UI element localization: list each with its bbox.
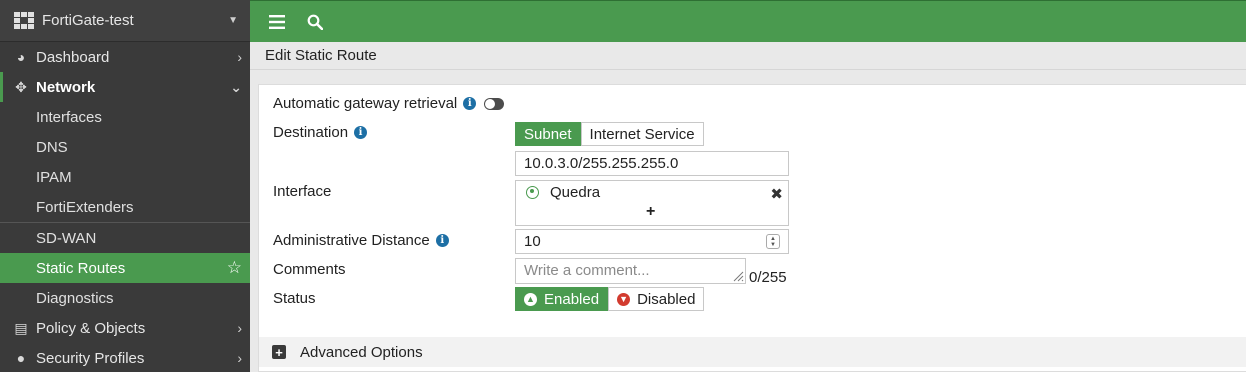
clipboard-icon: ▤	[14, 319, 28, 336]
comments-textarea[interactable]	[515, 258, 746, 284]
comments-label: Comments	[273, 261, 346, 278]
interface-label: Interface	[273, 183, 332, 200]
caret-down-icon: ▼	[228, 15, 238, 26]
status-disabled-button[interactable]: ▼ Disabled	[608, 287, 705, 311]
add-interface-button[interactable]: +	[646, 203, 655, 221]
sidebar-sub-ipam[interactable]: IPAM	[0, 162, 250, 192]
sidebar-item-security-profiles[interactable]: ● Security Profiles ›	[0, 343, 250, 372]
sidebar-item-label: Static Routes	[36, 259, 126, 277]
sidebar-sub-sd-wan[interactable]: SD-WAN	[0, 222, 250, 253]
admin-distance-row: Administrative Distance i	[273, 232, 449, 249]
favorite-star-icon[interactable]: ☆	[227, 258, 242, 278]
sidebar: FortiGate-test ▼ ◕ Dashboard › ✥ Network…	[0, 0, 250, 372]
search-icon[interactable]	[300, 7, 330, 37]
interface-name: Quedra	[550, 184, 601, 201]
comments-row: Comments	[273, 261, 346, 278]
auto-gateway-row: Automatic gateway retrieval i	[273, 95, 505, 112]
arrow-down-circle-icon: ▼	[617, 292, 631, 306]
destination-label: Destination	[273, 124, 349, 141]
interface-port-icon	[526, 186, 539, 199]
chevron-right-icon: ›	[237, 350, 242, 366]
chevron-right-icon: ›	[237, 49, 242, 65]
sidebar-sub-static-routes[interactable]: Static Routes ☆	[0, 253, 250, 283]
device-selector[interactable]: FortiGate-test ▼	[0, 0, 250, 42]
dashboard-icon: ◕	[16, 49, 26, 65]
expand-plus-icon: +	[272, 345, 286, 360]
hamburger-icon[interactable]	[262, 7, 292, 37]
destination-type-selector: Subnet Internet Service	[515, 122, 704, 146]
info-icon[interactable]: i	[463, 97, 477, 110]
destination-subnet-input[interactable]: 10.0.3.0/255.255.255.0	[515, 151, 789, 176]
sidebar-sub-diagnostics[interactable]: Diagnostics	[0, 283, 250, 313]
edit-static-route-form: Automatic gateway retrieval i Destinatio…	[258, 84, 1246, 372]
close-icon[interactable]: ✖	[770, 185, 783, 203]
number-spinner-icon[interactable]: ▲ ▼	[766, 234, 780, 249]
arrow-up-circle-icon: ▲	[524, 292, 537, 306]
comment-char-counter: 0/255	[749, 269, 787, 286]
move-arrows-icon: ✥	[15, 78, 27, 95]
sidebar-item-network[interactable]: ✥ Network ⌄	[0, 72, 250, 102]
interface-chip: Quedra	[526, 184, 600, 201]
lock-icon: ●	[16, 350, 26, 366]
chevron-down-icon: ⌄	[230, 78, 242, 95]
sidebar-item-label: Security Profiles	[36, 349, 145, 367]
destination-option-internet-service[interactable]: Internet Service	[580, 122, 704, 146]
advanced-options-toggle[interactable]: + Advanced Options	[259, 337, 1246, 367]
info-icon[interactable]: i	[435, 234, 449, 247]
status-disabled-label: Disabled	[637, 290, 696, 308]
sidebar-item-label: FortiExtenders	[36, 198, 134, 216]
sidebar-item-label: Interfaces	[36, 108, 102, 126]
status-label: Status	[273, 290, 316, 307]
status-enabled-label: Enabled	[544, 290, 600, 308]
sidebar-sub-dns[interactable]: DNS	[0, 132, 250, 162]
sidebar-item-label: Policy & Objects	[36, 319, 146, 337]
info-icon[interactable]: i	[354, 126, 368, 139]
sidebar-sub-interfaces[interactable]: Interfaces	[0, 102, 250, 132]
admin-distance-input[interactable]: 10 ▲ ▼	[515, 229, 789, 254]
auto-gateway-toggle[interactable]	[484, 97, 505, 110]
status-enabled-button[interactable]: ▲ Enabled	[515, 287, 609, 311]
advanced-options-label: Advanced Options	[300, 343, 423, 361]
sidebar-item-dashboard[interactable]: ◕ Dashboard ›	[0, 42, 250, 72]
chevron-right-icon: ›	[237, 320, 242, 336]
sidebar-item-label: IPAM	[36, 168, 72, 186]
fortigate-logo-icon	[14, 11, 34, 30]
sidebar-item-label: Network	[36, 78, 96, 96]
sidebar-item-label: Diagnostics	[36, 289, 114, 307]
sidebar-item-policy-objects[interactable]: ▤ Policy & Objects ›	[0, 313, 250, 343]
sidebar-item-label: Dashboard	[36, 48, 110, 66]
sidebar-item-label: SD-WAN	[36, 229, 97, 247]
sidebar-item-label: DNS	[36, 138, 68, 156]
device-name: FortiGate-test	[42, 12, 134, 29]
auto-gateway-label: Automatic gateway retrieval	[273, 95, 458, 112]
top-bar	[250, 0, 1246, 42]
admin-distance-label: Administrative Distance	[273, 232, 430, 249]
interface-select[interactable]: Quedra ✖ +	[515, 180, 789, 226]
admin-distance-value: 10	[524, 233, 541, 250]
destination-option-subnet[interactable]: Subnet	[515, 122, 581, 146]
status-selector: ▲ Enabled ▼ Disabled	[515, 287, 705, 311]
sidebar-sub-fortiextenders[interactable]: FortiExtenders	[0, 192, 250, 222]
page-title: Edit Static Route	[250, 42, 1246, 70]
interface-row: Interface	[273, 183, 331, 200]
destination-row: Destination i	[273, 124, 368, 141]
status-row: Status	[273, 290, 316, 307]
